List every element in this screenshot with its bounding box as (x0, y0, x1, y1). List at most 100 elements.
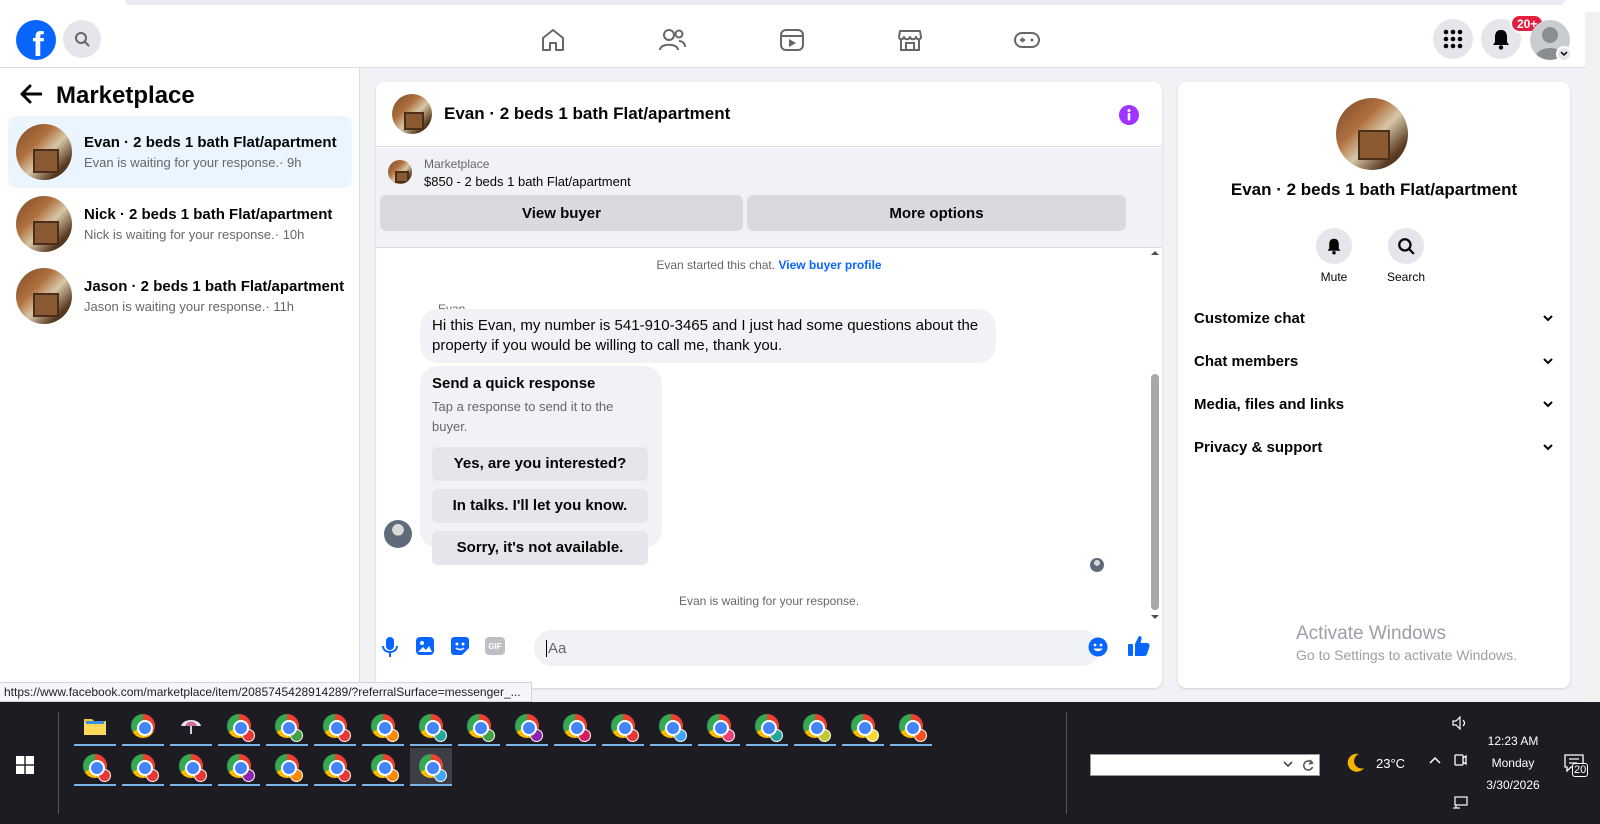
message-input[interactable]: Aa (534, 630, 1100, 666)
sender-avatar[interactable] (384, 520, 412, 548)
listing-summary: Marketplace $850 - 2 beds 1 bath Flat/ap… (376, 148, 1162, 248)
home-icon (542, 29, 564, 51)
chrome-profile-taskbar[interactable] (266, 708, 308, 746)
page-scrollbar[interactable] (1585, 12, 1600, 702)
chat-info-button[interactable] (1118, 104, 1140, 126)
browser-address-pill[interactable] (125, 0, 1565, 5)
sticker-icon (451, 637, 469, 655)
gaming-nav-button[interactable] (1011, 24, 1043, 56)
view-buyer-button[interactable]: View buyer (380, 195, 743, 231)
chrome-profile-taskbar[interactable] (506, 708, 548, 746)
chrome-profile-taskbar[interactable] (410, 748, 452, 786)
mute-button[interactable]: Mute (1299, 228, 1369, 284)
home-nav-button[interactable] (537, 24, 569, 56)
clock[interactable]: 12:23 AM Monday 3/30/2026 (1470, 734, 1556, 792)
chrome-profile-taskbar[interactable] (362, 708, 404, 746)
weather-widget[interactable]: 23°C (1344, 752, 1405, 774)
chrome-profile-taskbar[interactable] (170, 748, 212, 786)
chrome-profile-taskbar[interactable] (218, 708, 260, 746)
chat-scrollbar[interactable] (1148, 248, 1162, 624)
chrome-profile-taskbar[interactable] (410, 708, 452, 746)
privacy-support-section[interactable]: Privacy & support (1194, 429, 1554, 465)
menu-button[interactable] (1433, 19, 1473, 59)
profile-badge-icon (866, 729, 879, 742)
conversation-title: Nick · 2 beds 1 bath Flat/apartment (84, 206, 333, 223)
chrome-profile-taskbar[interactable] (842, 708, 884, 746)
app-taskbar[interactable] (170, 708, 212, 746)
chat-title[interactable]: Evan · 2 beds 1 bath Flat/apartment (444, 104, 730, 124)
chrome-icon (179, 754, 207, 782)
chevron-up-icon (1429, 756, 1441, 764)
activate-windows-watermark: Activate Windows Go to Settings to activ… (1296, 623, 1517, 663)
customize-chat-section[interactable]: Customize chat (1194, 300, 1554, 336)
chat-members-section[interactable]: Chat members (1194, 343, 1554, 379)
chrome-profile-taskbar[interactable] (266, 748, 308, 786)
clock-date: 3/30/2026 (1486, 778, 1540, 792)
chrome-profile-taskbar[interactable] (794, 708, 836, 746)
attach-photo-button[interactable] (415, 636, 435, 656)
chrome-profile-taskbar[interactable] (362, 748, 404, 786)
more-options-button[interactable]: More options (747, 195, 1126, 231)
menu-grid-icon (1443, 29, 1463, 49)
quick-reply-interested[interactable]: Yes, are you interested? (432, 447, 648, 481)
notification-center[interactable]: 20 (1564, 754, 1589, 777)
chrome-profile-taskbar[interactable] (890, 708, 932, 746)
chat-listing-thumbnail[interactable] (392, 94, 432, 134)
chat-started-text: Evan started this chat. (656, 258, 776, 272)
chrome-profile-taskbar[interactable] (314, 748, 356, 786)
chat-started-notice: Evan started this chat. View buyer profi… (376, 258, 1162, 272)
facebook-logo[interactable]: f (16, 20, 56, 60)
meet-now-tray[interactable] (1453, 752, 1467, 768)
chrome-profile-taskbar[interactable] (314, 708, 356, 746)
view-buyer-profile-link[interactable]: View buyer profile (778, 258, 881, 272)
chrome-profile-taskbar[interactable] (746, 708, 788, 746)
voice-clip-button[interactable] (382, 636, 398, 658)
sticker-button[interactable] (450, 636, 470, 656)
details-listing-thumbnail[interactable] (1336, 98, 1408, 170)
incoming-message[interactable]: Hi this Evan, my number is 541-910-3465 … (420, 309, 996, 363)
file-explorer-taskbar[interactable] (74, 708, 116, 746)
emoji-button[interactable] (1088, 637, 1108, 657)
chrome-profile-taskbar[interactable] (554, 708, 596, 746)
friends-nav-button[interactable] (656, 24, 688, 56)
chat-scrollbar-thumb[interactable] (1151, 374, 1159, 610)
network-tray[interactable] (1452, 796, 1468, 810)
chat-panel: Evan · 2 beds 1 bath Flat/apartment Mark… (376, 82, 1162, 688)
chrome-profile-taskbar[interactable] (122, 748, 164, 786)
chrome-profile-taskbar[interactable] (698, 708, 740, 746)
quick-reply-in-talks[interactable]: In talks. I'll let you know. (432, 489, 648, 523)
windows-logo-icon (16, 756, 34, 774)
search-in-chat-button[interactable]: Search (1371, 228, 1441, 284)
search-button[interactable] (63, 20, 101, 58)
show-hidden-icons[interactable] (1429, 756, 1441, 764)
conversation-item-jason[interactable]: Jason · 2 beds 1 bath Flat/apartment Jas… (8, 260, 352, 332)
send-like-button[interactable] (1127, 634, 1151, 658)
gif-button[interactable]: GIF (485, 637, 505, 655)
mute-label: Mute (1320, 270, 1348, 284)
quick-reply-not-available[interactable]: Sorry, it's not available. (432, 531, 648, 565)
chrome-profile-taskbar[interactable] (602, 708, 644, 746)
profile-badge-icon (914, 729, 927, 742)
chrome-profile-taskbar[interactable] (74, 748, 116, 786)
taskbar-address-box[interactable] (1090, 754, 1320, 776)
media-files-links-section[interactable]: Media, files and links (1194, 386, 1554, 422)
chrome-icon (803, 714, 831, 742)
chrome-profile-taskbar[interactable] (458, 708, 500, 746)
chrome-profile-taskbar[interactable] (650, 708, 692, 746)
volume-tray[interactable] (1452, 716, 1468, 730)
read-receipt-avatar (1090, 558, 1104, 572)
listing-price[interactable]: $850 - 2 beds 1 bath Flat/apartment (424, 174, 631, 189)
chrome-profile-taskbar[interactable] (218, 748, 260, 786)
camera-icon (1454, 754, 1467, 766)
conversation-item-nick[interactable]: Nick · 2 beds 1 bath Flat/apartment Nick… (8, 188, 352, 260)
start-button[interactable] (16, 756, 34, 774)
back-button[interactable] (20, 84, 42, 104)
conversation-item-evan[interactable]: Evan · 2 beds 1 bath Flat/apartment Evan… (8, 116, 352, 188)
marketplace-nav-button[interactable] (894, 24, 926, 56)
profile-badge-icon (482, 729, 495, 742)
video-nav-button[interactable] (776, 24, 808, 56)
chrome-taskbar[interactable] (122, 708, 164, 746)
profile-badge-icon (434, 769, 447, 782)
account-dropdown[interactable] (1556, 46, 1572, 62)
profile-badge-icon (770, 729, 783, 742)
